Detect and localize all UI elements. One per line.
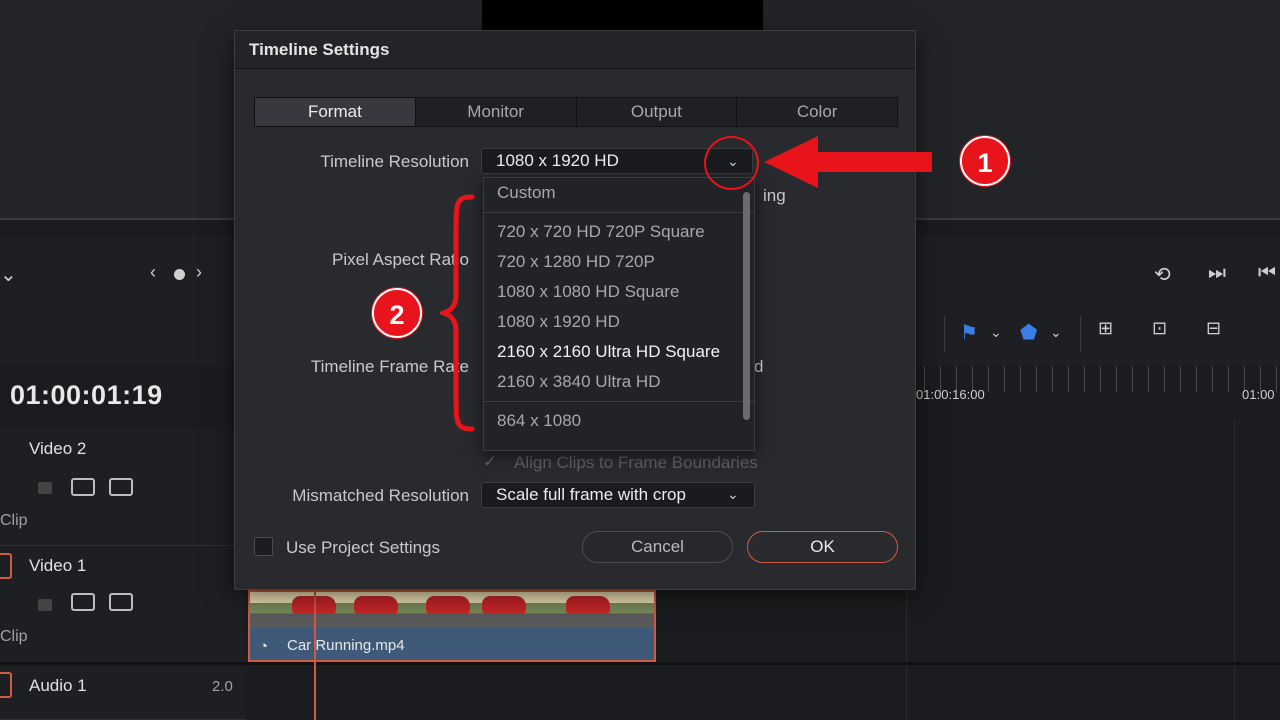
resolution-option-hover[interactable]: 2160 x 2160 Ultra HD Square	[484, 337, 754, 367]
toolbar-divider	[1080, 316, 1081, 352]
track-clip-label: Clip	[0, 628, 28, 645]
lock-icon[interactable]	[38, 599, 52, 611]
timeline-resolution-label: Timeline Resolution	[320, 152, 469, 171]
resolution-dropdown: Custom 720 x 720 HD 720P Square 720 x 12…	[483, 177, 755, 451]
track-header-video-2[interactable]: Video 2 Clip	[0, 430, 246, 546]
clip-thumbnail-car	[354, 596, 398, 614]
chevron-down-icon[interactable]: ⌄	[727, 486, 739, 503]
viewer-preview	[482, 0, 763, 30]
mismatched-resolution-select[interactable]: Scale full frame with crop	[481, 482, 755, 508]
timeline-resolution-value: 1080 x 1920 HD	[496, 151, 619, 170]
loop-icon[interactable]: ⟲	[1154, 262, 1171, 287]
grid-line	[1234, 420, 1235, 720]
track-name: Video 1	[29, 556, 87, 575]
resolution-option[interactable]: 1080 x 1920 HD	[484, 307, 754, 337]
timeline-frame-rate-label: Timeline Frame Rate	[310, 357, 469, 376]
checkmark-icon[interactable]: ✓	[483, 452, 497, 472]
mismatched-resolution-value: Scale full frame with crop	[496, 485, 686, 504]
prev-marker-icon[interactable]: ‹	[150, 262, 156, 283]
speed-icon: ◔	[259, 638, 269, 655]
flag-chevron-icon[interactable]: ⌄	[990, 324, 1002, 341]
marker-dot-icon[interactable]	[174, 269, 185, 280]
highlight-circle	[704, 136, 759, 190]
marker-chevron-icon[interactable]: ⌄	[1050, 324, 1062, 341]
flag-icon[interactable]: ⚑	[960, 320, 978, 345]
clip-thumbnail-car	[426, 596, 470, 614]
resolution-option[interactable]: 1080 x 1080 HD Square	[484, 277, 754, 307]
track-header-video-1[interactable]: Video 1 Clip	[0, 547, 246, 663]
track-divider	[0, 662, 1280, 665]
clip-thumbnail-car	[482, 596, 526, 614]
dropdown-separator	[484, 212, 754, 213]
skip-start-icon[interactable]: ⏮	[1258, 262, 1276, 285]
track-header-audio-1[interactable]: Audio 1 2.0	[0, 666, 246, 720]
settings-tabs: Format Monitor Output Color	[254, 97, 898, 127]
zoom-full-icon[interactable]: ⊞	[1098, 318, 1113, 339]
auto-select-icon[interactable]	[71, 593, 95, 611]
timeline-settings-dialog: Timeline Settings Format Monitor Output …	[234, 30, 916, 590]
zoom-custom-icon[interactable]: ⊟	[1206, 318, 1221, 339]
ruler-time-label: 01:00:16:00	[916, 387, 985, 402]
use-project-settings-checkbox[interactable]	[254, 537, 273, 556]
brace-icon	[440, 194, 475, 432]
chevron-down-icon[interactable]: ⌄	[0, 262, 17, 287]
mismatched-resolution-label: Mismatched Resolution	[292, 486, 469, 505]
clip-thumbnail-car	[566, 596, 610, 614]
step-badge-2: 2	[372, 288, 422, 338]
dialog-title: Timeline Settings	[235, 31, 915, 69]
playhead[interactable]	[314, 592, 316, 720]
cancel-button[interactable]: Cancel	[582, 531, 733, 563]
pixel-aspect-ratio-label: Pixel Aspect Ratio	[331, 250, 469, 269]
marker-icon[interactable]: ⬟	[1020, 320, 1037, 345]
toolbar-divider	[944, 316, 945, 352]
resolution-option[interactable]: 864 x 1080	[484, 406, 754, 436]
use-project-settings-label: Use Project Settings	[286, 538, 441, 557]
film-icon[interactable]	[109, 593, 133, 611]
ok-button[interactable]: OK	[747, 531, 898, 563]
tab-color[interactable]: Color	[737, 98, 897, 126]
clip-name: Car Running.mp4	[287, 637, 405, 654]
resolution-option[interactable]: 720 x 1280 HD 720P	[484, 247, 754, 277]
film-icon[interactable]	[109, 478, 133, 496]
tab-output[interactable]: Output	[577, 98, 738, 126]
ruler-time-label: 01:00	[1242, 387, 1275, 402]
align-clips-label: Align Clips to Frame Boundaries	[514, 453, 758, 472]
resolution-option[interactable]: 720 x 720 HD 720P Square	[484, 217, 754, 247]
dropdown-scrollbar[interactable]	[743, 192, 750, 420]
tab-monitor[interactable]: Monitor	[416, 98, 577, 126]
track-destination-tag[interactable]	[0, 672, 12, 698]
track-name: Video 2	[29, 439, 87, 458]
next-marker-icon[interactable]: ›	[196, 262, 202, 283]
resolution-option[interactable]: 2160 x 3840 Ultra HD	[484, 367, 754, 397]
zoom-detail-icon[interactable]: ⊡	[1152, 318, 1167, 339]
track-destination-tag[interactable]	[0, 553, 12, 579]
track-clip-label: Clip	[0, 512, 28, 529]
track-name: Audio 1	[29, 676, 87, 695]
partial-hidden-text: d	[754, 357, 764, 376]
step-badge-1: 1	[960, 136, 1010, 186]
skip-end-icon[interactable]: ⏭	[1208, 262, 1226, 285]
lock-icon[interactable]	[38, 482, 52, 494]
dropdown-separator	[484, 401, 754, 402]
auto-select-icon[interactable]	[71, 478, 95, 496]
timecode-display: 01:00:01:19	[10, 380, 163, 410]
arrow-left-icon	[764, 136, 932, 188]
audio-channel-level: 2.0	[212, 678, 233, 695]
tab-format[interactable]: Format	[255, 98, 416, 126]
